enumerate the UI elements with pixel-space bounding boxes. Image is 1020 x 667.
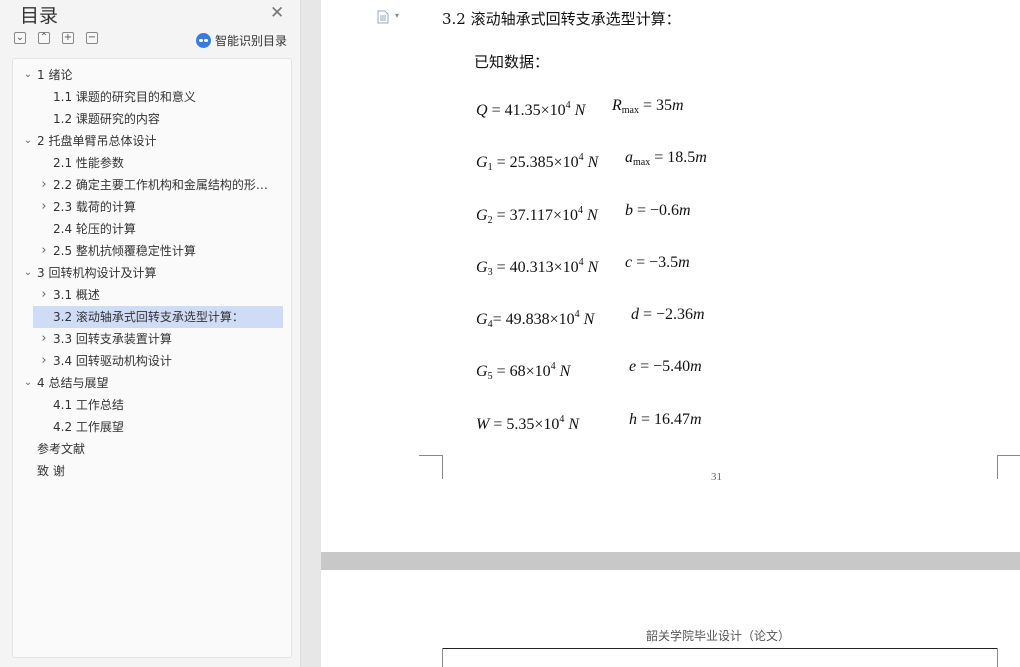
chevron-down-icon[interactable]: ⌄ bbox=[23, 64, 33, 86]
toc-item-label: 3.2 滚动轴承式回转支承选型计算： bbox=[53, 310, 244, 324]
equation-left: Q = 41.35×104 N bbox=[476, 100, 586, 119]
chevron-right-icon[interactable]: › bbox=[39, 174, 49, 196]
page-32: 韶关学院毕业设计（论文） bbox=[321, 570, 1020, 667]
sidebar-title: 目录 bbox=[20, 5, 59, 27]
toc-item[interactable]: ⌄ 4 总结与展望 bbox=[21, 372, 283, 394]
document-canvas[interactable]: ▾ 3.2 滚动轴承式回转支承选型计算： 已知数据： Q = 41.35×104… bbox=[321, 0, 1020, 667]
crop-mark bbox=[997, 455, 1020, 456]
equation-left: G1 = 25.385×104 N bbox=[476, 152, 599, 173]
toc-item-label: 2.5 整机抗倾覆稳定性计算 bbox=[53, 244, 196, 258]
toc-item-label: 3.4 回转驱动机构设计 bbox=[53, 354, 172, 368]
toc-item[interactable]: 致 谢 bbox=[21, 460, 283, 482]
chevron-down-icon[interactable]: ⌄ bbox=[23, 372, 33, 394]
sidebar-splitter[interactable] bbox=[301, 0, 321, 667]
equation-right: h = 16.47m bbox=[629, 411, 702, 428]
page-separator bbox=[321, 552, 1020, 570]
toc-item[interactable]: › 2.3 载荷的计算 bbox=[33, 196, 283, 218]
equation-left: G2 = 37.117×104 N bbox=[476, 205, 598, 226]
crop-mark bbox=[997, 648, 998, 667]
toc-item-label: 1 绪论 bbox=[37, 68, 73, 82]
equation-right: d = −2.36m bbox=[631, 306, 705, 323]
toc-item[interactable]: 2.1 性能参数 bbox=[33, 152, 283, 174]
toc-item-label: 2.4 轮压的计算 bbox=[53, 222, 136, 236]
toc-sidebar: 目录 ✕ ⌄ ⌃ + − 智能识别目录 ⌄ 1 绪论 1.1 课题的研究目的和意义 1… bbox=[0, 0, 301, 667]
add-heading-icon[interactable]: + bbox=[62, 32, 74, 44]
toc-item[interactable]: ⌄ 2 托盘单臂吊总体设计 bbox=[21, 130, 283, 152]
toc-item[interactable]: 1.2 课题研究的内容 bbox=[33, 108, 283, 130]
equation-right: b = −0.6m bbox=[625, 202, 691, 219]
toc-item[interactable]: › 3.1 概述 bbox=[33, 284, 283, 306]
toc-item-label: 4 总结与展望 bbox=[37, 376, 109, 390]
toc-item-label: 2.2 确定主要工作机构和金属结构的形… bbox=[53, 178, 268, 192]
crop-mark bbox=[419, 455, 443, 456]
collapse-all-icon[interactable]: ⌃ bbox=[38, 32, 50, 44]
chevron-down-icon[interactable]: ⌄ bbox=[23, 130, 33, 152]
chevron-right-icon[interactable]: › bbox=[39, 240, 49, 262]
toc-item-label: 4.2 工作展望 bbox=[53, 420, 124, 434]
page-header: 韶关学院毕业设计（论文） bbox=[646, 629, 791, 643]
crop-mark bbox=[442, 648, 443, 667]
chevron-down-icon[interactable]: ⌄ bbox=[23, 262, 33, 284]
toc-item[interactable]: ⌄ 1 绪论 bbox=[21, 64, 283, 86]
toc-item[interactable]: 4.1 工作总结 bbox=[33, 394, 283, 416]
equation-right: amax = 18.5m bbox=[625, 149, 707, 168]
toc-item[interactable]: 1.1 课题的研究目的和意义 bbox=[33, 86, 283, 108]
toc-item-label: 1.1 课题的研究目的和意义 bbox=[53, 90, 196, 104]
toc-item[interactable]: 3.2 滚动轴承式回转支承选型计算： bbox=[33, 306, 283, 328]
chevron-right-icon[interactable]: › bbox=[39, 196, 49, 218]
toc-item-label: 致 谢 bbox=[37, 464, 65, 478]
chevron-right-icon[interactable]: › bbox=[39, 328, 49, 350]
toc-item[interactable]: 2.4 轮压的计算 bbox=[33, 218, 283, 240]
crop-mark bbox=[442, 455, 443, 479]
toc-item[interactable]: › 2.2 确定主要工作机构和金属结构的形… bbox=[33, 174, 283, 196]
known-data-label: 已知数据： bbox=[474, 53, 550, 71]
equation-left: G3 = 40.313×104 N bbox=[476, 257, 599, 278]
toc-item[interactable]: › 3.3 回转支承装置计算 bbox=[33, 328, 283, 350]
close-icon[interactable]: ✕ bbox=[270, 3, 284, 23]
smart-toc-button[interactable]: 智能识别目录 bbox=[196, 31, 287, 49]
toc-item[interactable]: › 3.4 回转驱动机构设计 bbox=[33, 350, 283, 372]
smart-toc-label: 智能识别目录 bbox=[215, 33, 288, 48]
toc-item[interactable]: 4.2 工作展望 bbox=[33, 416, 283, 438]
toc-item-label: 2 托盘单臂吊总体设计 bbox=[37, 134, 157, 148]
header-rule bbox=[442, 648, 997, 649]
expand-all-icon[interactable]: ⌄ bbox=[14, 32, 26, 44]
crop-mark bbox=[997, 455, 998, 479]
toc-item-label: 3.3 回转支承装置计算 bbox=[53, 332, 172, 346]
equation-right: e = −5.40m bbox=[629, 358, 702, 375]
toc-item-label: 1.2 课题研究的内容 bbox=[53, 112, 160, 126]
page-31: ▾ 3.2 滚动轴承式回转支承选型计算： 已知数据： Q = 41.35×104… bbox=[321, 0, 1020, 552]
remove-heading-icon[interactable]: − bbox=[86, 32, 98, 44]
toc-item-label: 3.1 概述 bbox=[53, 288, 100, 302]
equation-right: Rmax = 35m bbox=[612, 97, 684, 116]
toc-item-label: 3 回转机构设计及计算 bbox=[37, 266, 157, 280]
section-heading: 3.2 滚动轴承式回转支承选型计算： bbox=[442, 10, 681, 28]
toc-item-label: 参考文献 bbox=[37, 442, 86, 456]
paragraph-doc-icon[interactable] bbox=[377, 10, 389, 24]
chevron-right-icon[interactable]: › bbox=[39, 284, 49, 306]
toc-list: ⌄ 1 绪论 1.1 课题的研究目的和意义 1.2 课题研究的内容 ⌄ 2 托盘单臂吊总体… bbox=[12, 58, 292, 658]
toc-item-label: 4.1 工作总结 bbox=[53, 398, 124, 412]
chevron-right-icon[interactable]: › bbox=[39, 350, 49, 372]
toc-item-label: 2.3 载荷的计算 bbox=[53, 200, 136, 214]
chevron-down-icon[interactable]: ▾ bbox=[395, 11, 399, 20]
page-number: 31 bbox=[711, 471, 722, 483]
equation-right: c = −3.5m bbox=[625, 254, 690, 271]
toc-item[interactable]: › 2.5 整机抗倾覆稳定性计算 bbox=[33, 240, 283, 262]
equation-left: G4= 49.838×104 N bbox=[476, 309, 595, 330]
toc-item[interactable]: 参考文献 bbox=[21, 438, 283, 460]
toc-item[interactable]: ⌄ 3 回转机构设计及计算 bbox=[21, 262, 283, 284]
equation-left: G5 = 68×104 N bbox=[476, 361, 571, 382]
smart-recognition-icon bbox=[196, 32, 211, 48]
toc-item-label: 2.1 性能参数 bbox=[53, 156, 124, 170]
equation-left: W = 5.35×104 N bbox=[476, 414, 580, 433]
